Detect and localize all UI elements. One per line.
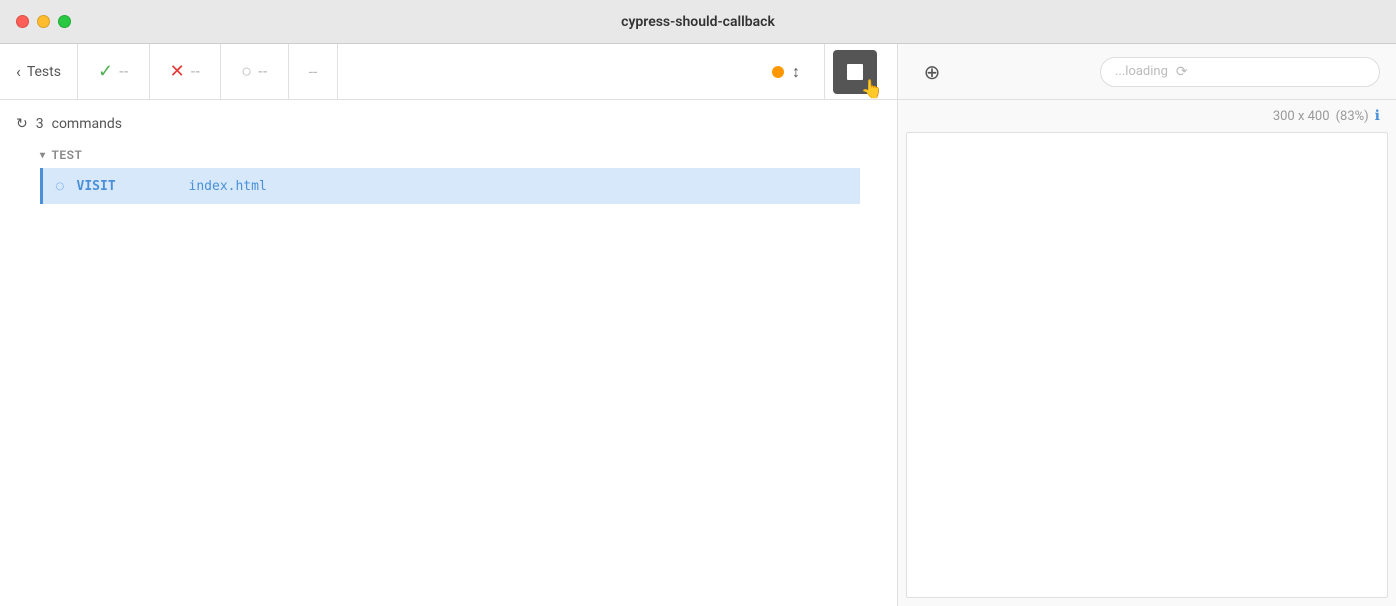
cursor-icon: 👆 — [861, 79, 883, 100]
checkmark-icon: ✓ — [98, 61, 113, 82]
main-layout: ‹ Tests ✓ -- ✕ -- ○ -- -- — [0, 44, 1396, 606]
sort-icon: ↕ — [792, 62, 800, 82]
toolbar: ‹ Tests ✓ -- ✕ -- ○ -- -- — [0, 44, 897, 100]
refresh-icon: ↻ — [16, 116, 28, 132]
stop-button[interactable]: 👆 — [833, 50, 877, 94]
right-panel: ⊕ ...loading ⟳ 300 x 400 (83%) ℹ — [898, 44, 1396, 606]
dash-section: -- — [289, 44, 339, 99]
test-group-label: TEST — [52, 148, 83, 162]
zoom-text: (83%) — [1336, 109, 1369, 124]
minimize-button[interactable] — [37, 15, 50, 28]
commands-count: 3 — [36, 116, 44, 132]
search-placeholder: ...loading — [1115, 64, 1168, 79]
status-section: ↕ — [748, 44, 825, 99]
back-to-tests-button[interactable]: ‹ Tests — [12, 44, 78, 99]
left-panel: ‹ Tests ✓ -- ✕ -- ○ -- -- — [0, 44, 898, 606]
title-bar: cypress-should-callback — [0, 0, 1396, 44]
dash-label: -- — [309, 62, 318, 81]
dimensions-text: 300 x 400 — [1273, 109, 1330, 124]
stop-icon — [847, 64, 863, 80]
command-argument: index.html — [189, 179, 267, 194]
loading-spinner-icon: ⟳ — [1176, 64, 1188, 80]
pending-count: -- — [258, 64, 268, 80]
preview-area — [906, 132, 1388, 598]
command-name: VISIT — [77, 179, 177, 194]
info-icon[interactable]: ℹ — [1375, 108, 1380, 124]
circle-icon: ○ — [241, 61, 252, 82]
close-button[interactable] — [16, 15, 29, 28]
test-label: ▾ TEST — [40, 144, 897, 166]
pending-section: ○ -- — [221, 44, 288, 99]
pass-count: -- — [119, 64, 129, 80]
command-row[interactable]: ◌ VISIT index.html — [40, 168, 860, 204]
search-box[interactable]: ...loading ⟳ — [1100, 57, 1380, 87]
toolbar-right: ↕ 👆 — [748, 44, 885, 99]
spinner-icon: ◌ — [55, 176, 65, 196]
commands-header: ↻ 3 commands — [0, 112, 897, 144]
right-toolbar: ⊕ ...loading ⟳ — [898, 44, 1396, 100]
window-title: cypress-should-callback — [621, 14, 775, 30]
crosshair-icon: ⊕ — [924, 60, 941, 84]
dimensions-bar: 300 x 400 (83%) ℹ — [898, 100, 1396, 132]
fail-count: -- — [191, 64, 201, 80]
fail-count-section: ✕ -- — [150, 44, 222, 99]
collapse-arrow-icon[interactable]: ▾ — [40, 150, 46, 161]
commands-label: commands — [52, 116, 122, 132]
orange-dot-icon — [772, 66, 784, 78]
content-area: ↻ 3 commands ▾ TEST ◌ VISIT index.html — [0, 100, 897, 606]
pass-count-section: ✓ -- — [78, 44, 150, 99]
test-group: ▾ TEST ◌ VISIT index.html — [0, 144, 897, 204]
chevron-left-icon: ‹ — [16, 62, 21, 81]
crosshair-button[interactable]: ⊕ — [914, 54, 950, 90]
x-icon: ✕ — [170, 61, 185, 82]
maximize-button[interactable] — [58, 15, 71, 28]
traffic-lights — [16, 15, 71, 28]
tests-label: Tests — [27, 64, 61, 80]
